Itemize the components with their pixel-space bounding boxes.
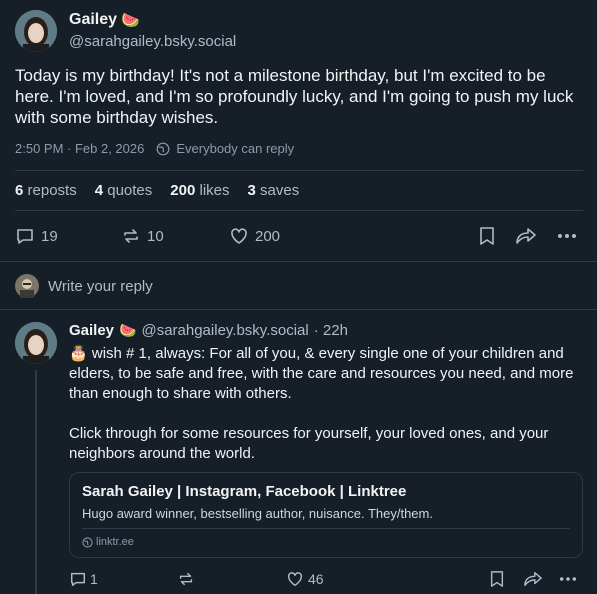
quotes-stat[interactable]: 4 quotes xyxy=(95,182,153,199)
link-card-description: Hugo award winner, bestselling author, n… xyxy=(82,506,433,521)
user-avatar xyxy=(15,274,39,298)
saves-stat[interactable]: 3 saves xyxy=(248,182,300,199)
repost-count: 10 xyxy=(147,227,164,245)
reply-text: 🎂 wish # 1, always: For all of you, & ev… xyxy=(69,344,585,404)
reposts-stat[interactable]: 6 reposts xyxy=(15,182,77,199)
reply-input[interactable]: Write your reply xyxy=(48,278,153,295)
reply-like-button[interactable]: 46 xyxy=(286,570,324,588)
comment-icon xyxy=(69,570,87,588)
share-icon[interactable] xyxy=(515,226,537,246)
repost-button[interactable]: 10 xyxy=(121,226,164,246)
reply-count: 19 xyxy=(41,227,58,245)
post-text: Today is my birthday! It's not a milesto… xyxy=(15,66,574,127)
reply-like-count: 46 xyxy=(308,571,324,587)
reply-reply-count: 1 xyxy=(90,571,98,587)
heart-icon xyxy=(229,226,249,246)
watermelon-emoji: 🍉 xyxy=(119,322,137,338)
globe-icon xyxy=(156,142,170,156)
repost-icon xyxy=(121,226,141,246)
divider xyxy=(15,210,583,211)
reply-author-avatar[interactable] xyxy=(15,322,57,364)
likes-stat[interactable]: 200 likes xyxy=(170,182,229,199)
divider xyxy=(0,309,597,310)
thread-line xyxy=(35,370,37,594)
divider xyxy=(82,528,570,529)
author-handle[interactable]: @sarahgailey.bsky.social xyxy=(69,33,236,50)
more-options-icon[interactable] xyxy=(556,226,578,246)
repost-icon[interactable] xyxy=(177,570,195,588)
bookmark-icon[interactable] xyxy=(489,570,505,588)
reply-button[interactable]: 19 xyxy=(15,226,58,246)
divider xyxy=(0,261,597,262)
divider xyxy=(15,170,583,171)
watermelon-emoji: 🍉 xyxy=(121,12,140,29)
reply-author-name[interactable]: Gailey xyxy=(69,322,114,339)
comment-icon xyxy=(15,226,35,246)
reply-paragraph-1: wish # 1, always: For all of you, & ever… xyxy=(69,345,574,402)
share-icon[interactable] xyxy=(523,570,543,588)
author-name[interactable]: Gailey xyxy=(69,11,117,29)
bookmark-icon[interactable] xyxy=(478,226,496,246)
post-timestamp[interactable]: 2:50 PM · Feb 2, 2026 xyxy=(15,141,144,156)
reply-setting[interactable]: Everybody can reply xyxy=(176,141,294,156)
globe-icon xyxy=(82,536,93,548)
heart-icon xyxy=(286,570,304,588)
reply-author-handle[interactable]: @sarahgailey.bsky.social xyxy=(141,322,308,339)
author-avatar[interactable] xyxy=(15,10,57,52)
cake-emoji: 🎂 xyxy=(69,345,88,362)
like-button[interactable]: 200 xyxy=(229,226,280,246)
like-count: 200 xyxy=(255,227,281,245)
reply-age[interactable]: · 22h xyxy=(314,322,348,339)
reply-reply-button[interactable]: 1 xyxy=(69,570,98,588)
more-options-icon[interactable] xyxy=(558,570,578,588)
link-card-title: Sarah Gailey | Instagram, Facebook | Lin… xyxy=(82,483,407,500)
reply-composer[interactable]: Write your reply xyxy=(15,274,153,298)
link-card-domain: linktr.ee xyxy=(96,536,134,548)
link-card[interactable]: Sarah Gailey | Instagram, Facebook | Lin… xyxy=(69,472,583,558)
reply-paragraph-2: Click through for some resources for you… xyxy=(69,425,549,462)
